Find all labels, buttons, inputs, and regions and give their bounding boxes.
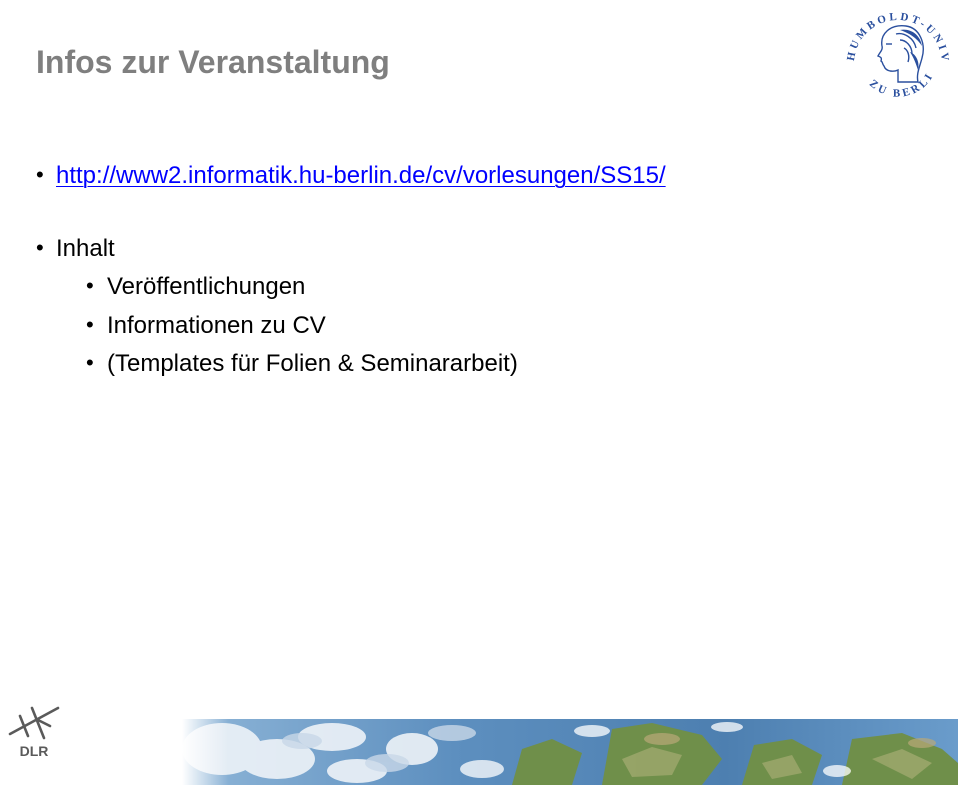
- sub-bullet-text: (Templates für Folien & Seminararbeit): [107, 350, 518, 377]
- svg-text:HUMBOLDT-UNIVERSITÄT: HUMBOLDT-UNIVERSITÄT: [840, 4, 951, 64]
- bullet-dot: •: [36, 162, 44, 187]
- earth-satellite-banner: [182, 719, 958, 785]
- dlr-logo: DLR: [8, 706, 60, 759]
- sub-bullet-text: Informationen zu CV: [107, 312, 326, 339]
- bullet-dot: •: [86, 273, 94, 298]
- humboldt-university-seal-logo: HUMBOLDT-UNIVERSITÄT ZU BERLIN: [840, 4, 951, 100]
- bullet-dot: •: [36, 235, 44, 260]
- bullet-dot: •: [86, 350, 94, 375]
- sub-bullet-text: Veröffentlichungen: [107, 273, 306, 300]
- section-label: Inhalt: [56, 235, 115, 262]
- slide: Infos zur Veranstaltung HUMBOLDT-UNIVERS…: [0, 0, 960, 786]
- slide-title: Infos zur Veranstaltung: [36, 44, 390, 80]
- bullet-dot: •: [86, 312, 94, 337]
- course-url-link[interactable]: http://www2.informatik.hu-berlin.de/cv/v…: [56, 164, 666, 188]
- svg-text:DLR: DLR: [20, 743, 49, 759]
